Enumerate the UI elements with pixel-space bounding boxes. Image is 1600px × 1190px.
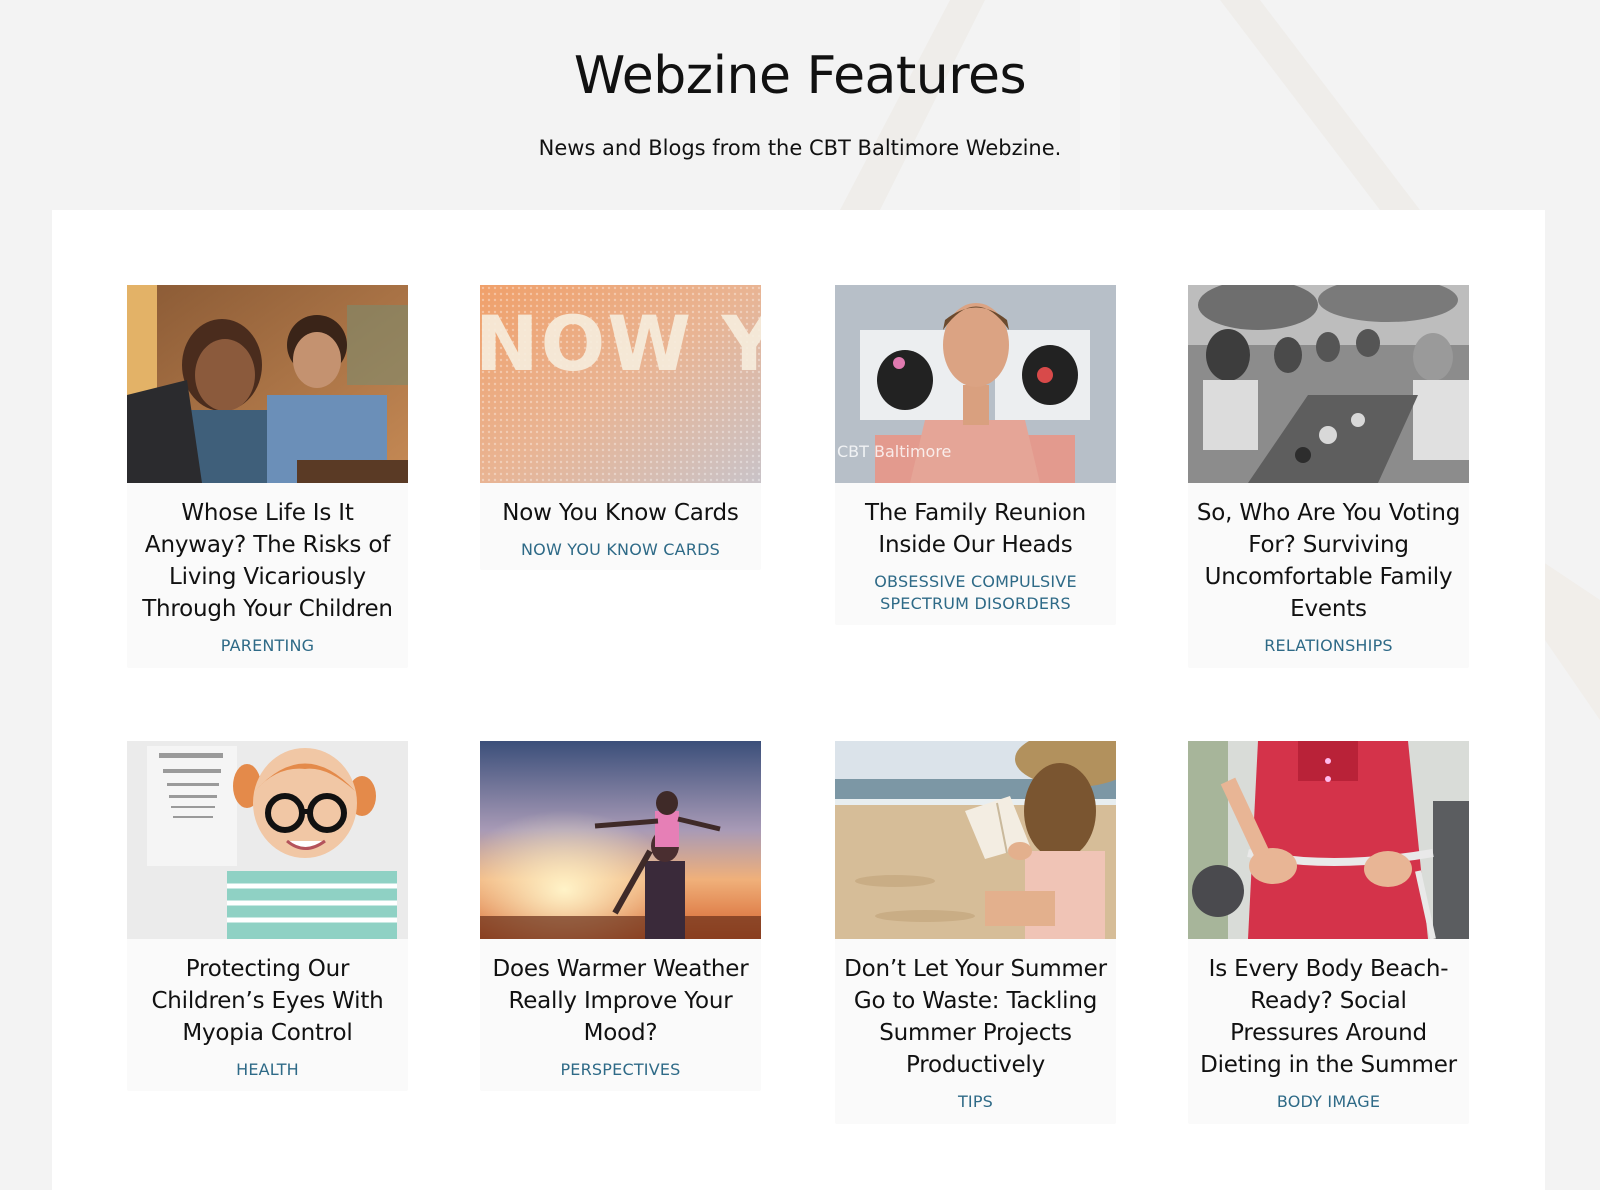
article-card[interactable]: Is Every Body Beach-Ready? Social Pressu… [1188,741,1469,1124]
article-thumbnail[interactable]: CBT Baltimore [835,285,1116,483]
article-card[interactable]: So, Who Are You Voting For? Surviving Un… [1188,285,1469,668]
article-category-link[interactable]: HEALTH [127,1049,408,1081]
article-category-link[interactable]: PARENTING [127,625,408,657]
article-thumbnail[interactable] [480,741,761,939]
article-thumbnail[interactable]: NOW YOU KNOW [480,285,761,483]
article-thumbnail[interactable] [127,285,408,483]
article-title[interactable]: Don’t Let Your Summer Go to Waste: Tackl… [835,939,1116,1081]
image-watermark: CBT Baltimore [837,442,951,461]
article-title[interactable]: Is Every Body Beach-Ready? Social Pressu… [1188,939,1469,1081]
article-card[interactable]: CBT Baltimore The Family Reunion Inside … [835,285,1116,625]
article-thumbnail[interactable] [127,741,408,939]
article-title[interactable]: The Family Reunion Inside Our Heads [835,483,1116,561]
article-thumbnail[interactable] [835,741,1116,939]
articles-panel: Whose Life Is It Anyway? The Risks of Li… [52,210,1545,1190]
article-category-link[interactable]: PERSPECTIVES [480,1049,761,1081]
article-title[interactable]: Does Warmer Weather Really Improve Your … [480,939,761,1049]
article-category-link[interactable]: TIPS [835,1081,1116,1113]
article-category-link[interactable]: RELATIONSHIPS [1188,625,1469,657]
article-card[interactable]: Whose Life Is It Anyway? The Risks of Li… [127,285,408,668]
article-category-link[interactable]: NOW YOU KNOW CARDS [480,529,761,561]
article-category-link[interactable]: OBSESSIVE COMPULSIVE SPECTRUM DISORDERS [835,561,1116,615]
article-thumbnail[interactable] [1188,741,1469,939]
article-card[interactable]: Don’t Let Your Summer Go to Waste: Tackl… [835,741,1116,1124]
image-lettering: NOW YOU KNOW [480,299,761,388]
article-title[interactable]: Now You Know Cards [480,483,761,529]
article-card[interactable]: NOW YOU KNOW Now You Know Cards NOW YOU … [480,285,761,570]
page-title: Webzine Features [573,46,1027,106]
article-thumbnail[interactable] [1188,285,1469,483]
article-category-link[interactable]: BODY IMAGE [1188,1081,1469,1113]
article-title[interactable]: So, Who Are You Voting For? Surviving Un… [1188,483,1469,625]
article-card[interactable]: Protecting Our Children’s Eyes With Myop… [127,741,408,1091]
article-title[interactable]: Protecting Our Children’s Eyes With Myop… [127,939,408,1049]
article-title[interactable]: Whose Life Is It Anyway? The Risks of Li… [127,483,408,625]
page-subtitle: News and Blogs from the CBT Baltimore We… [538,136,1062,160]
article-card[interactable]: Does Warmer Weather Really Improve Your … [480,741,761,1091]
